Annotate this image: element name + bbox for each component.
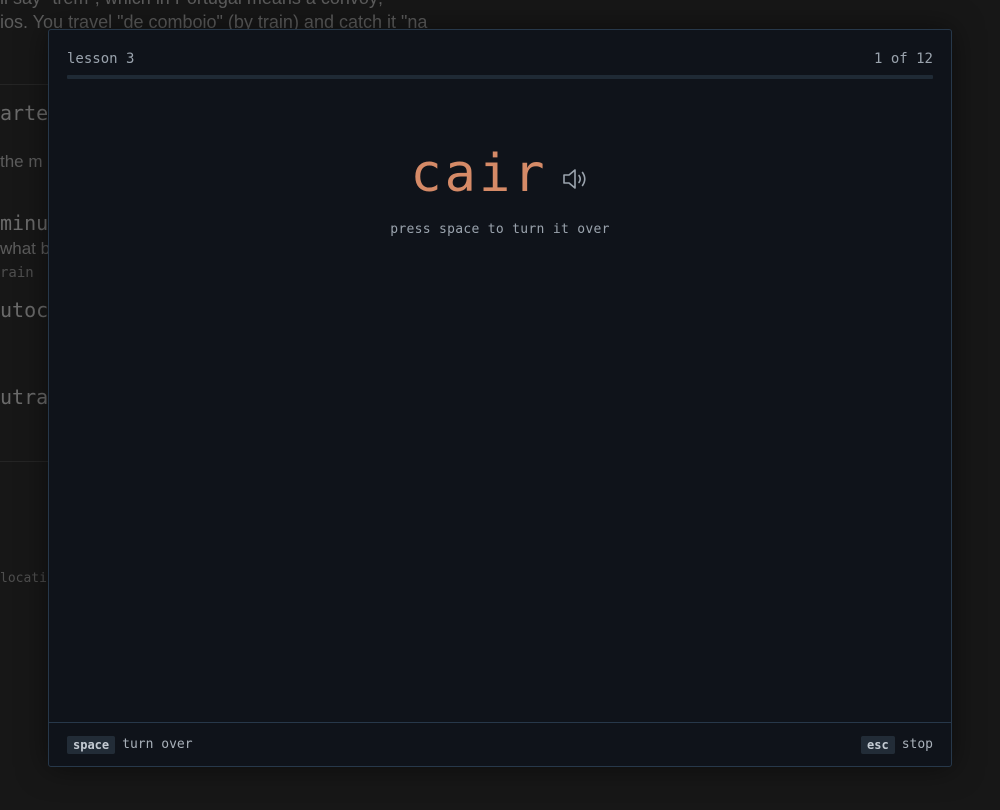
speaker-icon[interactable] [560, 164, 590, 194]
background-text: the m [0, 152, 43, 171]
flashcard-modal: lesson 3 1 of 12 cair press space to tur… [48, 29, 952, 767]
esc-key: esc [861, 735, 895, 754]
background-small-text: rain [0, 265, 34, 281]
background-heading: arte [0, 101, 49, 125]
background-small-text: locati [0, 571, 47, 586]
progress-bar [67, 75, 933, 79]
modal-footer: space turn over esc stop [49, 722, 951, 766]
background-divider [0, 461, 48, 462]
flip-hint: press space to turn it over [390, 222, 610, 237]
flashcard-word: cair [410, 144, 548, 204]
stop-label: stop [901, 737, 933, 752]
space-key: space [67, 735, 116, 754]
turn-over-label: turn over [122, 737, 193, 752]
card-counter: 1 of 12 [873, 51, 933, 67]
turn-over-shortcut[interactable]: space turn over [67, 735, 193, 754]
background-text: what b [0, 239, 51, 258]
stop-shortcut[interactable]: esc stop [861, 735, 933, 754]
flashcard-front[interactable]: cair [49, 142, 951, 206]
background-prose-line: ll say "trem", which in Portugal means a… [0, 0, 383, 9]
background-heading: minu [0, 211, 49, 235]
background-heading: utra [0, 385, 49, 409]
modal-header: lesson 3 1 of 12 [67, 49, 933, 69]
lesson-label: lesson 3 [67, 51, 135, 67]
background-divider [0, 84, 48, 85]
